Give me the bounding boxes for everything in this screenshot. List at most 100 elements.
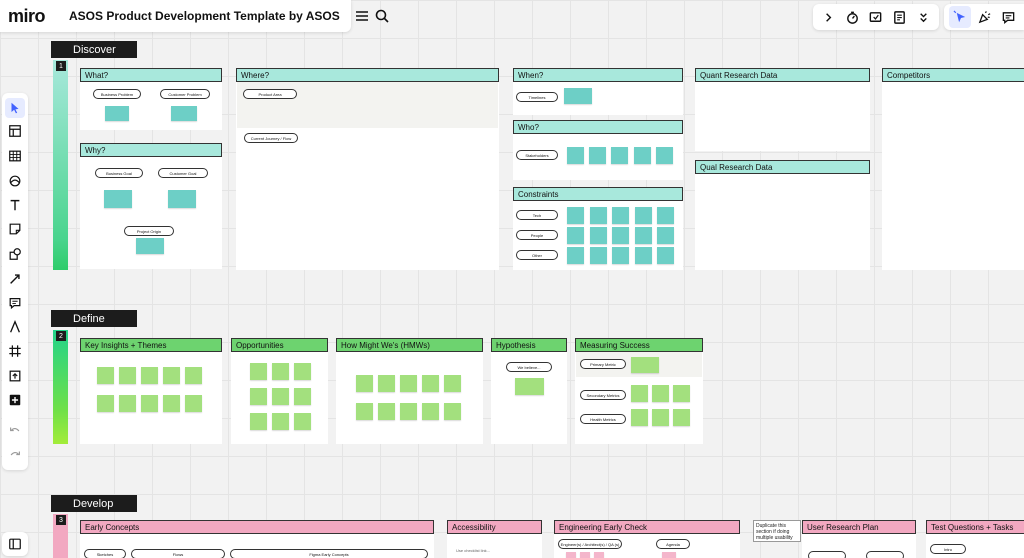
redo-icon[interactable] — [5, 445, 25, 465]
connector-icon[interactable] — [5, 269, 25, 289]
sticky-note[interactable] — [168, 190, 196, 208]
sticky-note-icon[interactable] — [5, 219, 25, 239]
sticky-note[interactable] — [580, 552, 590, 558]
sticky-note[interactable] — [141, 367, 158, 384]
sticky-note[interactable] — [444, 403, 461, 420]
sticky-note[interactable] — [631, 357, 659, 373]
pill-people[interactable]: People — [516, 230, 558, 240]
sticky-note[interactable] — [400, 403, 417, 420]
pill-plan-item[interactable] — [866, 551, 904, 558]
sticky-note[interactable] — [567, 227, 584, 244]
chevron-double-down-icon[interactable] — [912, 6, 934, 28]
sticky-note[interactable] — [652, 385, 669, 402]
notes-icon[interactable] — [889, 6, 911, 28]
sticky-note[interactable] — [163, 395, 180, 412]
sticky-note[interactable] — [136, 238, 164, 254]
shape-icon[interactable] — [5, 244, 25, 264]
sticky-note[interactable] — [119, 367, 136, 384]
sticky-note[interactable] — [272, 413, 289, 430]
pill-project-origin[interactable]: Project Origin — [124, 226, 174, 236]
sticky-note[interactable] — [589, 207, 607, 224]
pill-business-goal[interactable]: Business Goal — [95, 168, 143, 178]
undo-icon[interactable] — [5, 421, 25, 441]
present-icon[interactable] — [865, 6, 887, 28]
sticky-note[interactable] — [141, 395, 158, 412]
sticky-note[interactable] — [171, 106, 197, 121]
chevron-right-icon[interactable] — [818, 6, 840, 28]
sticky-note[interactable] — [662, 552, 676, 558]
pill-plan-item[interactable] — [808, 551, 846, 558]
frame-icon[interactable] — [5, 341, 25, 361]
sticky-note[interactable] — [564, 88, 592, 104]
pill-figma-early-concepts[interactable]: Figma Early Concepts — [230, 549, 428, 558]
sticky-note[interactable] — [185, 367, 202, 384]
frame-qual-research[interactable] — [695, 160, 870, 270]
sticky-note[interactable] — [634, 247, 652, 264]
sticky-note[interactable] — [356, 375, 373, 392]
board-title[interactable]: ASOS Product Development Template by ASO… — [69, 9, 340, 23]
sticky-note[interactable] — [656, 147, 673, 164]
frame-key-insights[interactable] — [80, 338, 222, 444]
sticky-note[interactable] — [612, 227, 629, 244]
sticky-note[interactable] — [652, 409, 669, 426]
sticky-note[interactable] — [272, 363, 289, 380]
sticky-note[interactable] — [634, 147, 651, 164]
pill-business-problem[interactable]: Business Problem — [93, 89, 141, 99]
sticky-note[interactable] — [589, 147, 606, 164]
sticky-note[interactable] — [567, 207, 584, 224]
sticky-note[interactable] — [444, 375, 461, 392]
sticky-note[interactable] — [97, 367, 114, 384]
sticky-note[interactable] — [631, 385, 648, 402]
timer-icon[interactable] — [842, 6, 864, 28]
sticky-note[interactable] — [378, 403, 395, 420]
table-icon[interactable] — [5, 146, 25, 166]
pill-other[interactable]: Other — [516, 250, 558, 260]
sticky-note[interactable] — [97, 395, 114, 412]
pill-secondary-metrics[interactable]: Secondary Metrics — [580, 390, 626, 400]
sticky-note[interactable] — [673, 409, 690, 426]
menu-icon[interactable] — [354, 5, 370, 27]
pill-primary-metric[interactable]: Primary Metric — [580, 359, 626, 369]
sticky-note[interactable] — [400, 375, 417, 392]
pen-icon[interactable] — [5, 317, 25, 337]
select-icon[interactable] — [5, 98, 25, 118]
pill-flows[interactable]: Flows — [131, 549, 225, 558]
duplicate-section-note[interactable]: Duplicate this section if doing multiple… — [753, 520, 801, 542]
sticky-note[interactable] — [589, 227, 607, 244]
sticky-note[interactable] — [422, 375, 439, 392]
sticky-note[interactable] — [567, 147, 584, 164]
shapes-icon[interactable] — [5, 171, 25, 191]
sticky-note[interactable] — [612, 207, 629, 224]
sticky-note[interactable] — [611, 147, 628, 164]
upload-icon[interactable] — [5, 366, 25, 386]
pill-tech[interactable]: Tech — [516, 210, 558, 220]
frame-competitors[interactable] — [882, 68, 1024, 270]
comment-icon[interactable] — [5, 293, 25, 313]
pill-we-believe[interactable]: We believe... — [506, 362, 552, 372]
sticky-note[interactable] — [567, 247, 584, 264]
pill-stakeholders[interactable]: Stakeholders — [516, 150, 558, 160]
pill-customer-goal[interactable]: Customer Goal — [158, 168, 208, 178]
panel-toggle-icon[interactable] — [2, 532, 28, 556]
sticky-note[interactable] — [356, 403, 373, 420]
sticky-note[interactable] — [515, 378, 544, 395]
sticky-note[interactable] — [250, 363, 267, 380]
sticky-note[interactable] — [250, 413, 267, 430]
pill-engineers[interactable]: Engineer(s) / Architect(s) / QA (s) — [558, 539, 622, 549]
sticky-note[interactable] — [163, 367, 180, 384]
pill-sketches[interactable]: Sketches — [84, 549, 126, 558]
sticky-note[interactable] — [612, 247, 629, 264]
sticky-note[interactable] — [422, 403, 439, 420]
sticky-note[interactable] — [250, 388, 267, 405]
sticky-note[interactable] — [105, 106, 129, 121]
text-icon[interactable] — [5, 195, 25, 215]
reactions-icon[interactable] — [973, 6, 995, 28]
sticky-note[interactable] — [589, 247, 607, 264]
sticky-note[interactable] — [657, 247, 674, 264]
cursor-select-icon[interactable] — [949, 6, 971, 28]
pill-intro[interactable]: Intro — [930, 544, 966, 554]
sticky-note[interactable] — [272, 388, 289, 405]
pill-customer-problem[interactable]: Customer Problem — [160, 89, 210, 99]
pill-timelines[interactable]: Timelines — [516, 92, 558, 102]
sticky-note[interactable] — [119, 395, 136, 412]
